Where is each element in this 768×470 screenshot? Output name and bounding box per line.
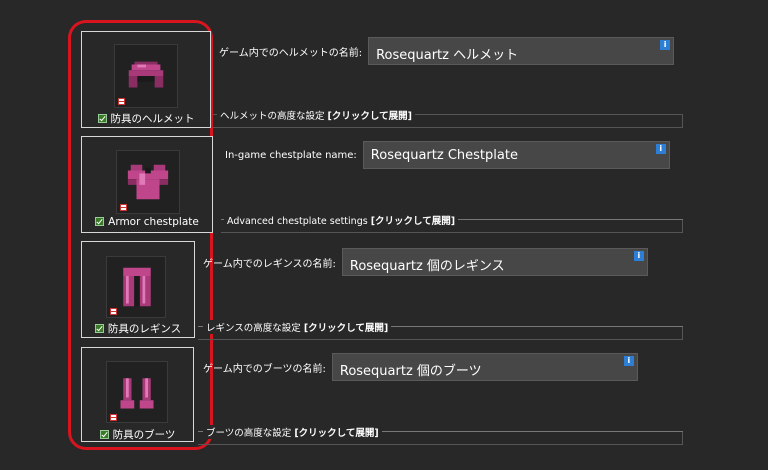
chestplate-name-input[interactable]: Rosequartz Chestplate i [362, 141, 670, 169]
helmet-name-input[interactable]: Rosequartz ヘルメット i [368, 37, 675, 65]
helmet-card[interactable]: 防具のヘルメット [81, 31, 211, 128]
chestplate-name-row: In-game chestplate name: Rosequartz Ches… [225, 141, 670, 169]
leggings-caption[interactable]: 防具のレギンス [82, 321, 194, 336]
missing-texture-icon [110, 308, 117, 315]
missing-texture-icon [110, 414, 117, 421]
boots-name-input[interactable]: Rosequartz 個のブーツ i [331, 353, 638, 381]
missing-texture-icon [118, 98, 125, 105]
chestplate-thumbnail[interactable] [116, 150, 180, 214]
helmet-icon [128, 61, 164, 88]
helmet-thumbnail[interactable] [114, 44, 178, 108]
helmet-advanced-toggle[interactable]: ヘルメットの高度な設定 [クリックして展開] [217, 108, 415, 122]
helmet-caption[interactable]: 防具のヘルメット [82, 111, 210, 126]
info-icon[interactable]: i [660, 40, 671, 50]
chestplate-enabled-checkbox[interactable] [95, 217, 105, 226]
helmet-name-label: ゲーム内でのヘルメットの名前: [219, 47, 363, 59]
leggings-icon [123, 267, 151, 307]
boots-card[interactable]: 防具のブーツ [81, 347, 194, 442]
helmet-enabled-checkbox[interactable] [97, 114, 107, 123]
boots-enabled-checkbox[interactable] [99, 430, 109, 439]
info-icon[interactable]: i [655, 144, 666, 154]
boots-caption[interactable]: 防具のブーツ [82, 427, 193, 442]
boots-name-row: ゲーム内でのブーツの名前: Rosequartz 個のブーツ i [203, 353, 638, 381]
leggings-name-label: ゲーム内でのレギンスの名前: [203, 258, 336, 270]
boots-icon [120, 378, 154, 409]
chestplate-caption[interactable]: Armor chestplate [82, 216, 212, 228]
info-icon[interactable]: i [623, 356, 634, 366]
leggings-thumbnail[interactable] [106, 256, 166, 318]
boots-name-label: ゲーム内でのブーツの名前: [203, 363, 326, 375]
leggings-advanced-toggle[interactable]: レギンスの高度な設定 [クリックして展開] [203, 320, 392, 334]
leggings-card[interactable]: 防具のレギンス [81, 241, 195, 338]
chestplate-name-label: In-game chestplate name: [225, 149, 357, 161]
boots-advanced-toggle[interactable]: ブーツの高度な設定 [クリックして展開] [203, 425, 382, 439]
info-icon[interactable]: i [633, 251, 644, 261]
boots-thumbnail[interactable] [106, 361, 168, 423]
chestplate-icon [127, 164, 169, 200]
leggings-name-row: ゲーム内でのレギンスの名前: Rosequartz 個のレギンス i [203, 248, 648, 276]
leggings-enabled-checkbox[interactable] [94, 324, 104, 333]
missing-texture-icon [120, 204, 127, 211]
leggings-name-input[interactable]: Rosequartz 個のレギンス i [341, 248, 648, 276]
chestplate-advanced-toggle[interactable]: Advanced chestplate settings [クリックして展開] [224, 213, 459, 227]
helmet-name-row: ゲーム内でのヘルメットの名前: Rosequartz ヘルメット i [219, 37, 675, 65]
chestplate-card[interactable]: Armor chestplate [81, 136, 213, 233]
